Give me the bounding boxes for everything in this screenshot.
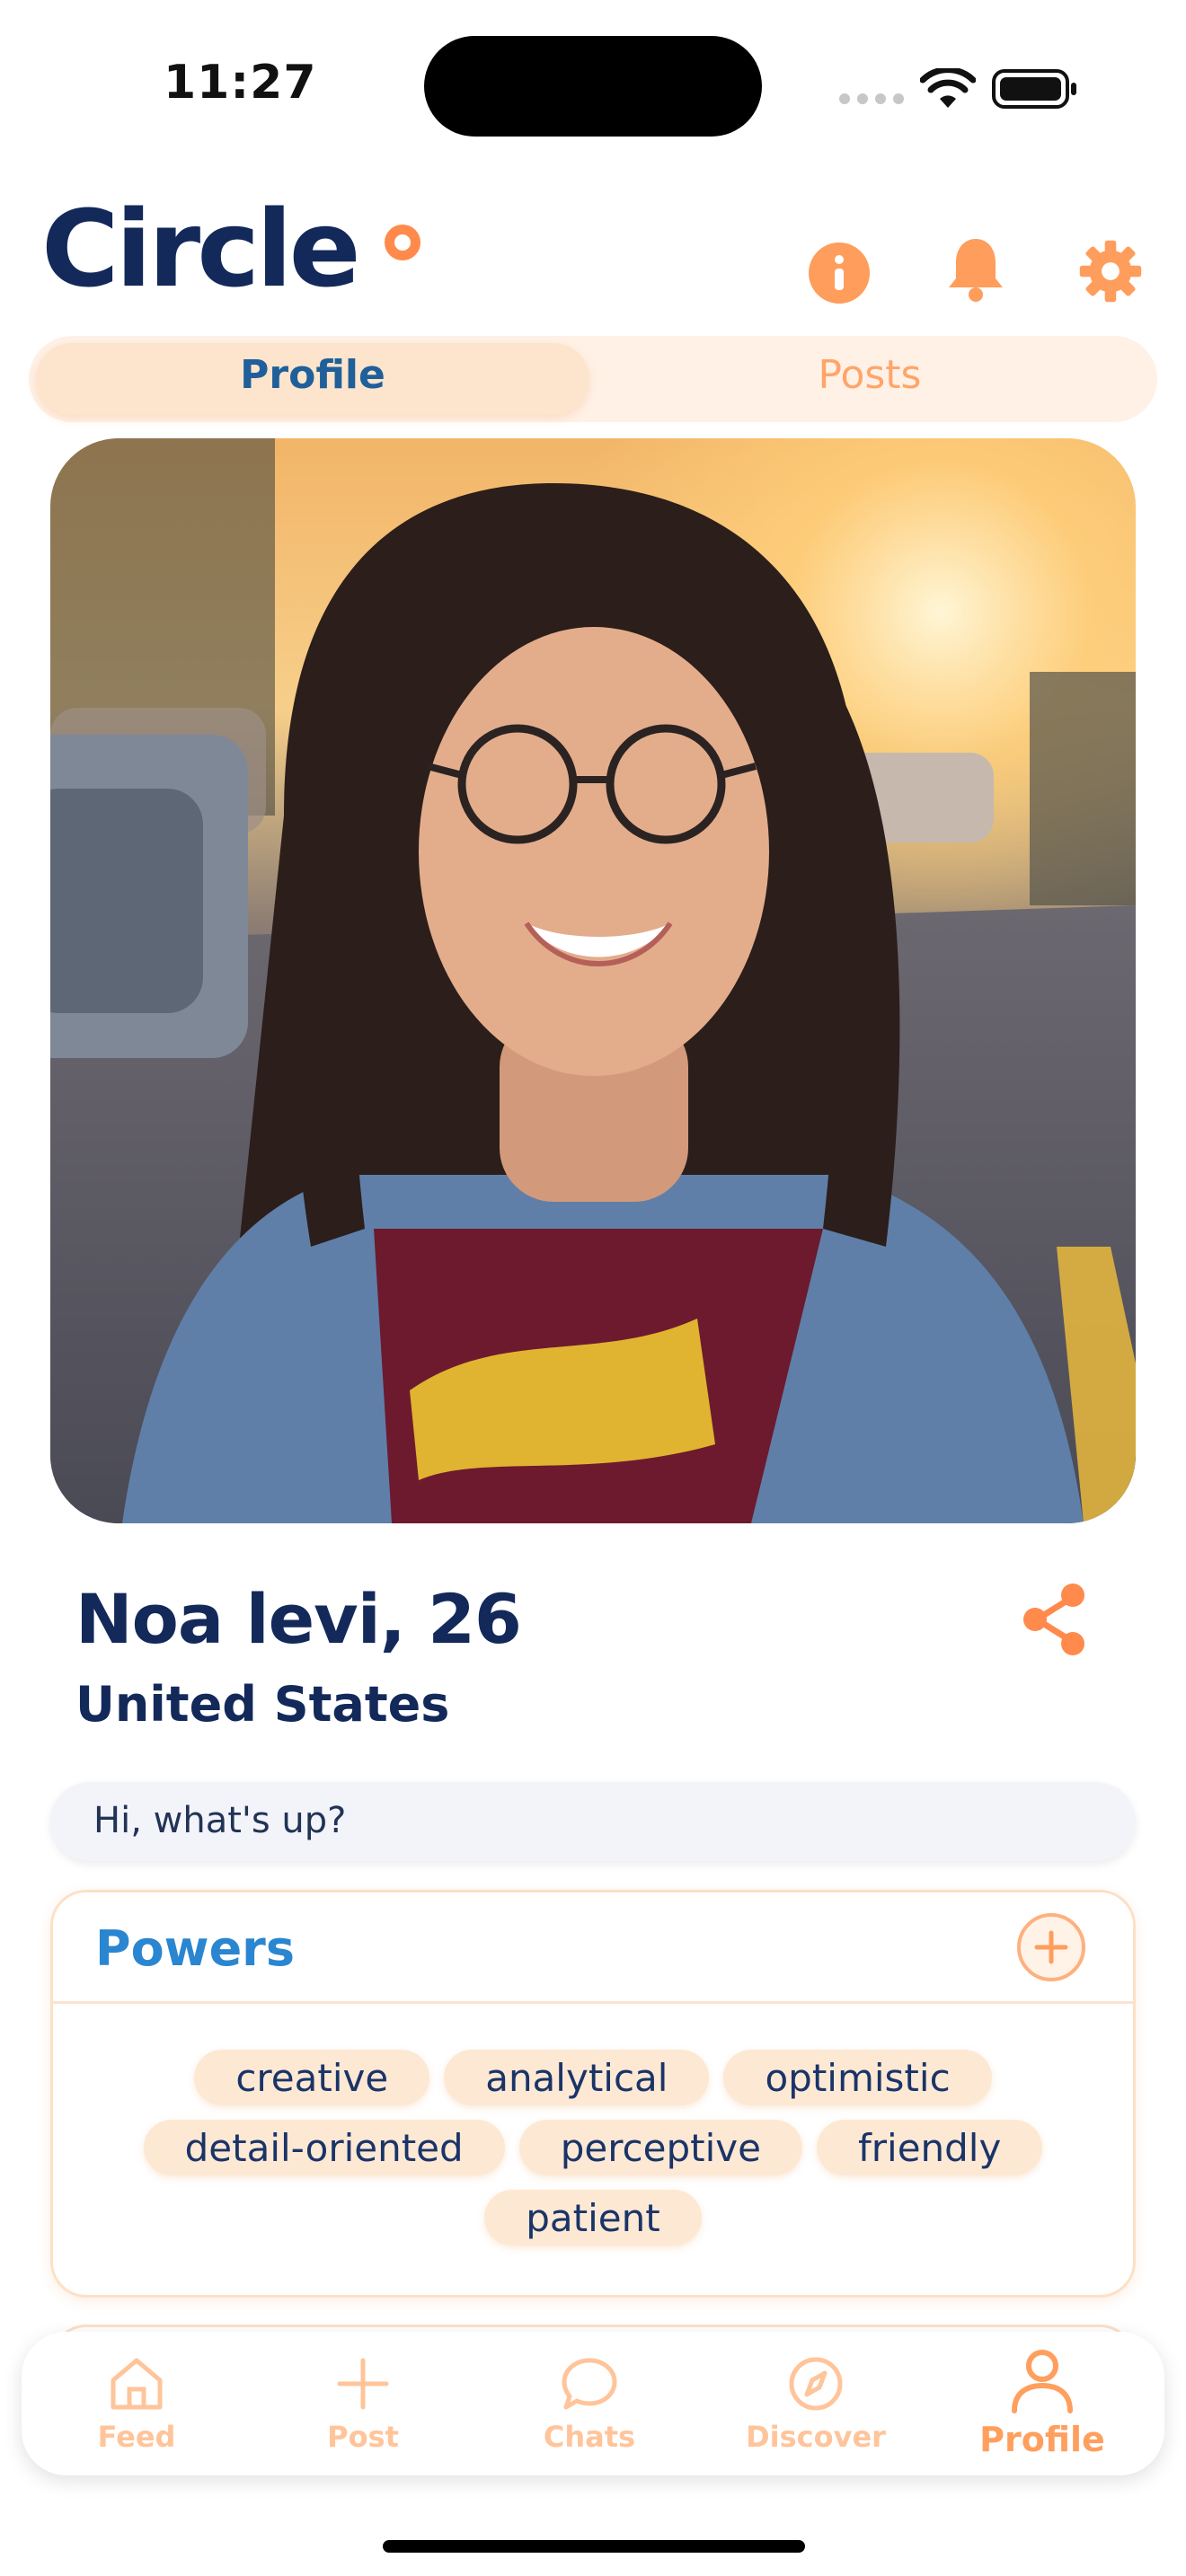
- home-icon: [111, 2358, 163, 2410]
- share-icon[interactable]: [1019, 1581, 1091, 1658]
- nav-profile-label: Profile: [979, 2420, 1105, 2459]
- powers-title: Powers: [95, 1920, 295, 1977]
- tab-posts[interactable]: Posts: [600, 352, 1139, 398]
- info-icon[interactable]: [807, 241, 872, 305]
- nav-chats[interactable]: Chats: [500, 2353, 679, 2454]
- home-indicator: [383, 2540, 805, 2553]
- wifi-icon: [920, 68, 976, 108]
- powers-divider: [52, 2001, 1134, 2004]
- person-icon: [1012, 2350, 1073, 2413]
- bio-text: Hi, what's up?: [93, 1800, 347, 1841]
- nav-post-label: Post: [327, 2420, 399, 2454]
- power-tag[interactable]: analytical: [444, 2050, 710, 2105]
- compass-icon: [789, 2357, 843, 2411]
- status-time: 11:27: [164, 56, 317, 110]
- plus-circle-icon: [1034, 1930, 1068, 1964]
- power-tag[interactable]: patient: [484, 2190, 702, 2245]
- plus-icon: [337, 2358, 389, 2410]
- profile-photo[interactable]: [50, 438, 1136, 1523]
- nav-chats-label: Chats: [543, 2420, 636, 2454]
- battery-icon: [992, 69, 1076, 109]
- nav-feed-label: Feed: [97, 2420, 176, 2454]
- profile-name-age: Noa levi, 26: [75, 1579, 522, 1659]
- logo-dot: [385, 225, 420, 260]
- chat-bubble-icon: [562, 2358, 617, 2410]
- gear-icon[interactable]: [1078, 239, 1143, 304]
- power-tag[interactable]: optimistic: [723, 2050, 992, 2105]
- bell-icon[interactable]: [943, 237, 1008, 302]
- nav-discover-label: Discover: [746, 2420, 886, 2454]
- nav-profile[interactable]: Profile: [952, 2346, 1132, 2459]
- tab-profile[interactable]: Profile: [43, 352, 582, 398]
- power-tag[interactable]: perceptive: [518, 2120, 802, 2175]
- nav-discover[interactable]: Discover: [726, 2353, 906, 2454]
- powers-tag-list: creative analytical optimistic detail-or…: [54, 2050, 1132, 2245]
- app-logo: Circle: [41, 187, 361, 311]
- power-tag[interactable]: friendly: [816, 2120, 1043, 2175]
- signal-dots-icon: [839, 93, 904, 104]
- power-tag[interactable]: detail-oriented: [143, 2120, 505, 2175]
- power-tag[interactable]: creative: [194, 2050, 430, 2105]
- nav-feed[interactable]: Feed: [47, 2353, 226, 2454]
- profile-country: United States: [75, 1676, 450, 1733]
- add-power-button[interactable]: [1017, 1913, 1085, 1981]
- dynamic-island: [424, 36, 762, 137]
- nav-post[interactable]: Post: [273, 2353, 453, 2454]
